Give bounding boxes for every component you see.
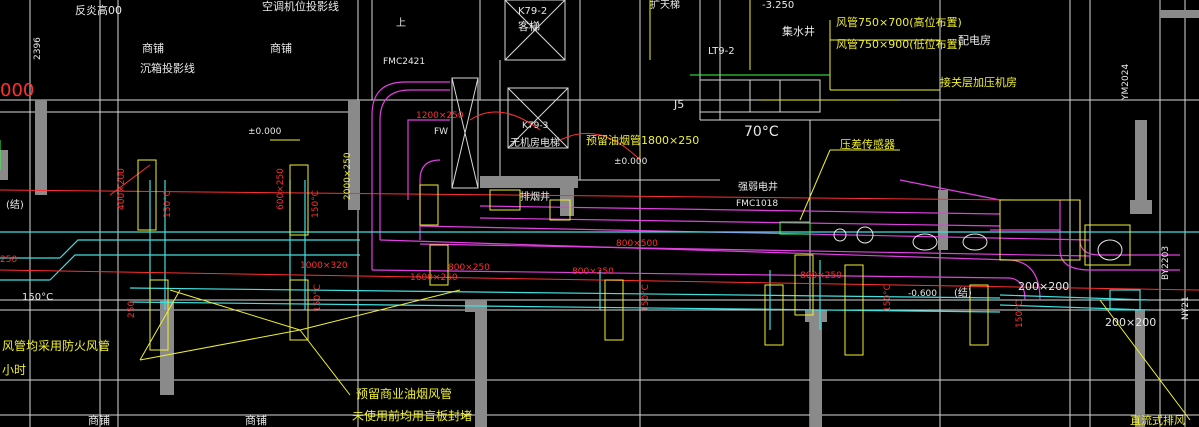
label-smoke-exhaust-shaft: 排烟井 [520,190,550,203]
label-floor-press-room: 接关层加压机房 [940,75,1017,89]
label-elev-neg-0600: -0.600 [908,289,937,299]
label-d800x250-b: 800×250 [572,267,614,277]
label-zero-left: ±0.000 [248,127,282,137]
label-temp-150-b: 150°C [311,190,321,218]
label-fw: FW [434,127,448,137]
label-k7: K79-3 [522,121,548,131]
label-d1000x320: 1000×320 [300,261,348,271]
label-reserved-commercial: 预留商业油烟风管 [356,386,452,401]
label-dim-by2203: BY2203 [1161,246,1171,280]
label-seal-note: 未使用前均用盲板封堵 [352,408,472,423]
label-lt9: LT9-2 [708,46,735,57]
label-temp-150-f: 150°C [883,284,893,312]
label-expansion-well: 扩天梯 [650,0,680,11]
label-settle-line: 沉箱投影线 [140,61,195,75]
label-temp-70: 70°C [744,124,779,140]
label-fire-damper-note: 风管均采用防火风管 [2,338,110,353]
label-d800x250-c: 800×250 [800,271,842,281]
label-elev-neg-3250: -3.250 [762,0,794,11]
label-temp-150-a: 150°C [163,190,173,218]
label-passenger-lift: 客梯 [518,19,540,33]
label-top-reflection: 反炎高00 [75,3,122,17]
label-upper: 上 [396,17,406,29]
label-hour-note: 小时 [2,363,26,377]
label-distribution-room: 配电房 [958,34,991,47]
label-pressure-sensor: 压差传感器 [840,137,895,151]
label-reserved-smoke-duct: 预留油烟管1800×250 [586,133,699,147]
label-dim-ny21: NY21 [1181,296,1191,320]
label-d800x500: 800×500 [616,239,658,249]
text-labels: 反炎高00 空调机位投影线 K79-2 客梯 扩天梯 -3.250 集水井 风管… [0,0,1191,427]
label-j5: J5 [673,98,684,111]
label-red-left: 000 [0,80,34,101]
label-duct-750x900: 风管750×900(低位布置) [836,37,962,51]
label-weak-current-well: 强弱电井 [738,180,778,193]
label-shop-bottom-right: 商铺 [245,413,267,427]
leader-lines [139,0,1191,421]
label-jie-left: (结) [6,198,24,211]
label-fmc-right: FMC1018 [736,199,778,209]
label-d2000x250: 2000×250 [343,152,353,200]
label-d800x250-a: 800×250 [448,263,490,273]
label-d250-left: 250 [0,255,17,265]
label-lift-k79: K79-2 [518,6,547,17]
label-ac-projection: 空调机位投影线 [262,0,339,13]
label-d200x200-a: 200×200 [1018,280,1069,293]
label-jie-right: (结) [954,286,972,299]
label-temp-150-g: 150°C [1015,300,1025,328]
label-dim-y2024: YM2024 [1121,64,1131,101]
label-fmc-left: FMC2421 [383,57,425,67]
label-no-machine-room: 无机房电梯 [510,136,560,149]
label-d200x200-b: 200×200 [1105,316,1156,329]
label-d600x250: 600×250 [276,168,286,210]
label-temp-150-c: 150°C [22,292,53,303]
label-zero-center: ±0.000 [614,157,648,167]
label-d400x200: 400×200 [117,168,127,210]
label-collector-well: 集水井 [782,24,815,38]
label-dim-2396: 2396 [33,37,43,60]
label-shop-left: 商铺 [142,41,164,55]
label-duct-750x700: 风管750×700(高位布置) [836,15,962,29]
label-shop-center: 商铺 [270,41,292,55]
label-temp-150-e: 150°C [641,284,651,312]
label-shop-bottom: 商铺 [88,413,110,427]
label-direct-exhaust: 直流式排风 [1130,413,1185,427]
label-d250-side: 250 [127,301,137,318]
cad-drawing: 反炎高00 空调机位投影线 K79-2 客梯 扩天梯 -3.250 集水井 风管… [0,0,1199,427]
label-d1600x250: 1600×250 [410,273,458,283]
label-temp-150-d: 150°C [313,284,323,312]
label-d1200x250: 1200×250 [416,111,464,121]
